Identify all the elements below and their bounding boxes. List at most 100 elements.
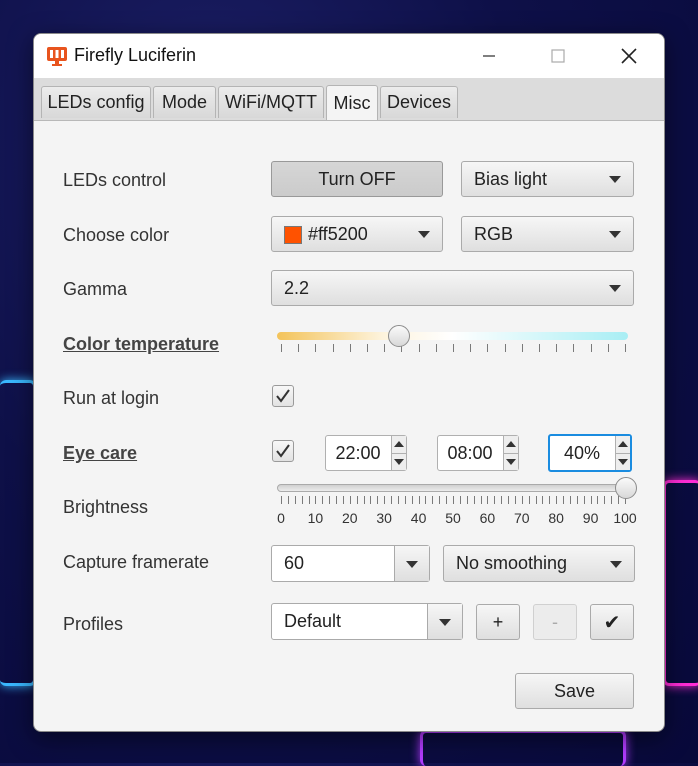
brightness-tick [487, 496, 489, 504]
background-neon-left [0, 380, 36, 686]
brightness-tick [377, 496, 379, 504]
temperature-tick [349, 344, 351, 352]
temperature-tick [418, 344, 420, 352]
framerate-value[interactable]: 60 [284, 546, 304, 581]
brightness-tick [356, 496, 358, 504]
brightness-tick [342, 496, 344, 504]
background-neon-right [663, 480, 698, 686]
brightness-tick [411, 496, 413, 504]
brightness-tick [508, 496, 510, 504]
temperature-tick [521, 344, 523, 352]
eye-care-end-spinner[interactable]: 08:00 [437, 435, 519, 471]
gamma-label: Gamma [63, 279, 128, 299]
leds-mode-value: Bias light [474, 168, 548, 189]
chevron-down-icon [439, 618, 451, 626]
profiles-dropdown-button[interactable] [427, 604, 462, 639]
brightness-tick [473, 496, 475, 504]
brightness-tick [569, 496, 571, 504]
temperature-tick [315, 344, 317, 352]
add-profile-button[interactable]: + [476, 604, 520, 640]
tab-wifi-mqtt[interactable]: WiFi/MQTT [218, 86, 324, 118]
profiles-value[interactable]: Default [284, 604, 341, 639]
temperature-tick [453, 344, 454, 352]
apply-profile-button[interactable]: ✔ [590, 604, 634, 640]
brightness-tick [363, 496, 365, 504]
brightness-tick [604, 496, 606, 504]
chevron-down-icon [609, 176, 621, 183]
color-picker[interactable]: #ff5200 [271, 216, 443, 252]
temperature-tick [281, 344, 282, 352]
brightness-tick [404, 496, 406, 504]
capture-framerate-label: Capture framerate [63, 552, 210, 572]
temperature-tick [539, 344, 540, 352]
spinner-up-icon[interactable] [618, 441, 628, 447]
turn-off-button[interactable]: Turn OFF [271, 161, 443, 197]
eye-care-label[interactable]: Eye care [63, 443, 137, 464]
brightness-tick [315, 496, 317, 504]
save-button[interactable]: Save [515, 673, 634, 709]
window-title: Firefly Luciferin [74, 45, 197, 65]
framerate-combo[interactable]: 60 [271, 545, 430, 582]
color-swatch [284, 225, 302, 244]
temperature-tick [504, 344, 506, 352]
color-temperature-slider-thumb[interactable] [387, 325, 410, 347]
brightness-tick [370, 496, 372, 504]
temperature-tick [590, 344, 592, 352]
leds-mode-dropdown[interactable]: Bias light [461, 161, 634, 197]
checkmark-icon [276, 389, 290, 403]
tab-leds-config[interactable]: LEDs config [41, 86, 151, 118]
spinner-up-icon[interactable] [394, 441, 404, 447]
spinner-down-icon[interactable] [618, 459, 628, 465]
brightness-tick [466, 496, 468, 504]
color-format-dropdown[interactable]: RGB [461, 216, 634, 252]
tab-devices[interactable]: Devices [380, 86, 458, 118]
color-temperature-label[interactable]: Color temperature [63, 334, 219, 355]
brightness-tick [590, 496, 592, 504]
brightness-tick [453, 496, 454, 504]
brightness-tick [281, 496, 282, 504]
temperature-tick [487, 344, 489, 352]
spinner-down-icon[interactable] [506, 459, 516, 465]
tab-mode[interactable]: Mode [153, 86, 216, 118]
maximize-icon [551, 49, 565, 63]
maximize-button[interactable] [535, 40, 581, 72]
brightness-tick [563, 496, 565, 504]
eye-care-start-spinner[interactable]: 22:00 [325, 435, 407, 471]
title-bar: Firefly Luciferin [34, 34, 664, 78]
tab-bar: LEDs config Mode WiFi/MQTT Misc Devices [34, 78, 664, 121]
framerate-dropdown-button[interactable] [394, 546, 429, 581]
remove-profile-button[interactable]: - [533, 604, 577, 640]
brightness-tick [459, 496, 461, 504]
temperature-tick [367, 344, 368, 352]
choose-color-label: Choose color [63, 225, 170, 245]
run-at-login-label: Run at login [63, 388, 160, 408]
gamma-dropdown[interactable]: 2.2 [271, 270, 634, 306]
run-at-login-checkbox[interactable] [272, 385, 294, 407]
temperature-tick [298, 344, 300, 352]
brightness-tick [542, 496, 544, 504]
app-window: Firefly Luciferin LEDs config Mode WiFi/… [33, 33, 665, 732]
brightness-tick [336, 496, 338, 504]
color-temperature-track[interactable] [277, 332, 628, 340]
brightness-tick [287, 496, 289, 504]
brightness-tick [446, 496, 448, 504]
temperature-tick [470, 344, 472, 352]
spinner-down-icon[interactable] [394, 459, 404, 465]
close-icon [621, 48, 637, 64]
smoothing-dropdown[interactable]: No smoothing [443, 545, 635, 582]
minimize-button[interactable] [466, 40, 512, 72]
brightness-tick-label: 70 [514, 510, 530, 526]
brightness-track[interactable] [277, 484, 630, 492]
close-button[interactable] [606, 40, 652, 72]
chevron-down-icon [406, 560, 418, 568]
brightness-tick [597, 496, 599, 504]
spinner-up-icon[interactable] [506, 441, 516, 447]
profiles-combo[interactable]: Default [271, 603, 463, 640]
brightness-tick [301, 496, 303, 504]
tab-misc[interactable]: Misc [326, 85, 378, 120]
eye-care-checkbox[interactable] [272, 440, 294, 462]
eye-care-brightness-spinner[interactable]: 40% [548, 434, 632, 472]
eye-care-end-value: 08:00 [447, 442, 493, 463]
brightness-tick [397, 496, 399, 504]
brightness-slider-thumb[interactable] [615, 477, 637, 499]
